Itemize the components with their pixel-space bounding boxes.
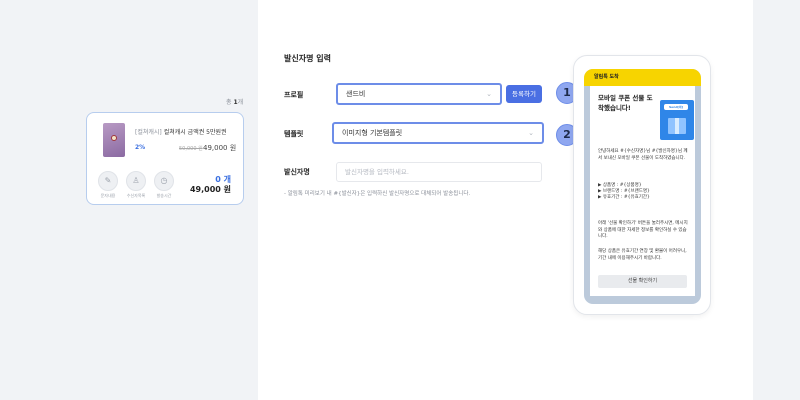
card-actions: ✎ 문자내용 ♙ 수신자목록 ◷ 발송시간 [97, 171, 175, 199]
gift-tag: Send[아] [664, 104, 688, 110]
discount-rate: 2% [135, 144, 146, 151]
clock-icon: ◷ [154, 171, 174, 191]
product-card[interactable]: [컬쳐캐시] 컬쳐캐시 금액권 5만원권 2% 50,000 원 49,000 … [86, 112, 244, 205]
phone-preview: 알림톡 도착 모바일 쿠폰 선물 도착했습니다! Send[아] 안녕하세요 #… [573, 55, 711, 315]
count-prefix: 총 [226, 99, 232, 106]
profile-select[interactable]: 샌드비 ⌄ [336, 83, 502, 105]
gift-ribbon [675, 118, 679, 134]
count-suffix: 개 [237, 99, 244, 106]
total-price: 49,000 원 [189, 185, 231, 194]
recipient-list-action[interactable]: ♙ 수신자목록 [125, 171, 147, 199]
cart-count: 총 1개 [226, 97, 243, 106]
sender-note: - 알림톡 미리보기 내 #{발신자}은 입력하신 발신자명으로 대체되어 발송… [284, 191, 471, 197]
chevron-down-icon: ⌄ [528, 129, 534, 137]
chevron-down-icon: ⌄ [486, 90, 492, 98]
message-guide: 아래 '선물 확인하기' 버튼을 눌러주시면, 메시지와 상품에 대한 자세한 … [598, 221, 688, 239]
preview-header: 알림톡 도착 [584, 69, 701, 86]
thumbnail-emblem [111, 135, 117, 141]
action-label: 문자내용 [100, 193, 116, 198]
original-price: 50,000 원 [179, 146, 203, 152]
action-label: 수신자목록 [126, 193, 146, 198]
product-thumbnail [103, 123, 125, 157]
template-value: 이미지형 기본템플릿 [342, 129, 403, 137]
sale-price: 49,000 원 [203, 144, 237, 152]
check-gift-button[interactable]: 선물 확인하기 [598, 275, 687, 288]
register-button[interactable]: 등록하기 [506, 85, 542, 103]
gift-box-icon: Send[아] [660, 100, 694, 140]
message-warning: 해당 상품은 유효기간 연장 및 환불이 어려우니, 기간 내에 이용해주시기 … [598, 249, 687, 261]
message-title: 모바일 쿠폰 선물 도착했습니다! [598, 94, 653, 112]
product-brand: [컬쳐캐시] [135, 129, 162, 136]
message-greeting: 안녕하세요 #{수신자명}님 #{발신자명}님 께서 보내신 모바일 쿠폰 선물… [598, 149, 688, 161]
bottom-panel [258, 338, 753, 400]
top-panel [258, 0, 753, 33]
message-item-expiry: ▶ 유효기간 : #{유효기간} [598, 195, 650, 200]
section-title: 발신자명 입력 [284, 54, 331, 63]
template-label: 템플릿 [284, 130, 304, 138]
message-bubble: 모바일 쿠폰 선물 도착했습니다! Send[아] 안녕하세요 #{수신자명}님… [590, 86, 695, 296]
edit-icon: ✎ [98, 171, 118, 191]
send-time-action[interactable]: ◷ 발송시간 [153, 171, 175, 199]
profile-label: 프로필 [284, 91, 304, 99]
product-title: 컬쳐캐시 금액권 5만원권 [163, 129, 227, 136]
sender-label: 발신자명 [284, 168, 310, 176]
sender-name-input[interactable]: 발신자명을 입력하세요. [336, 162, 542, 182]
message-content-action[interactable]: ✎ 문자내용 [97, 171, 119, 199]
profile-value: 샌드비 [346, 90, 366, 98]
action-label: 발송시간 [156, 193, 172, 198]
chat-screen: 알림톡 도착 모바일 쿠폰 선물 도착했습니다! Send[아] 안녕하세요 #… [584, 69, 701, 304]
template-select[interactable]: 이미지형 기본템플릿 ⌄ [332, 122, 544, 144]
product-name: [컬쳐캐시] 컬쳐캐시 금액권 5만원권 [135, 127, 227, 136]
user-icon: ♙ [126, 171, 146, 191]
